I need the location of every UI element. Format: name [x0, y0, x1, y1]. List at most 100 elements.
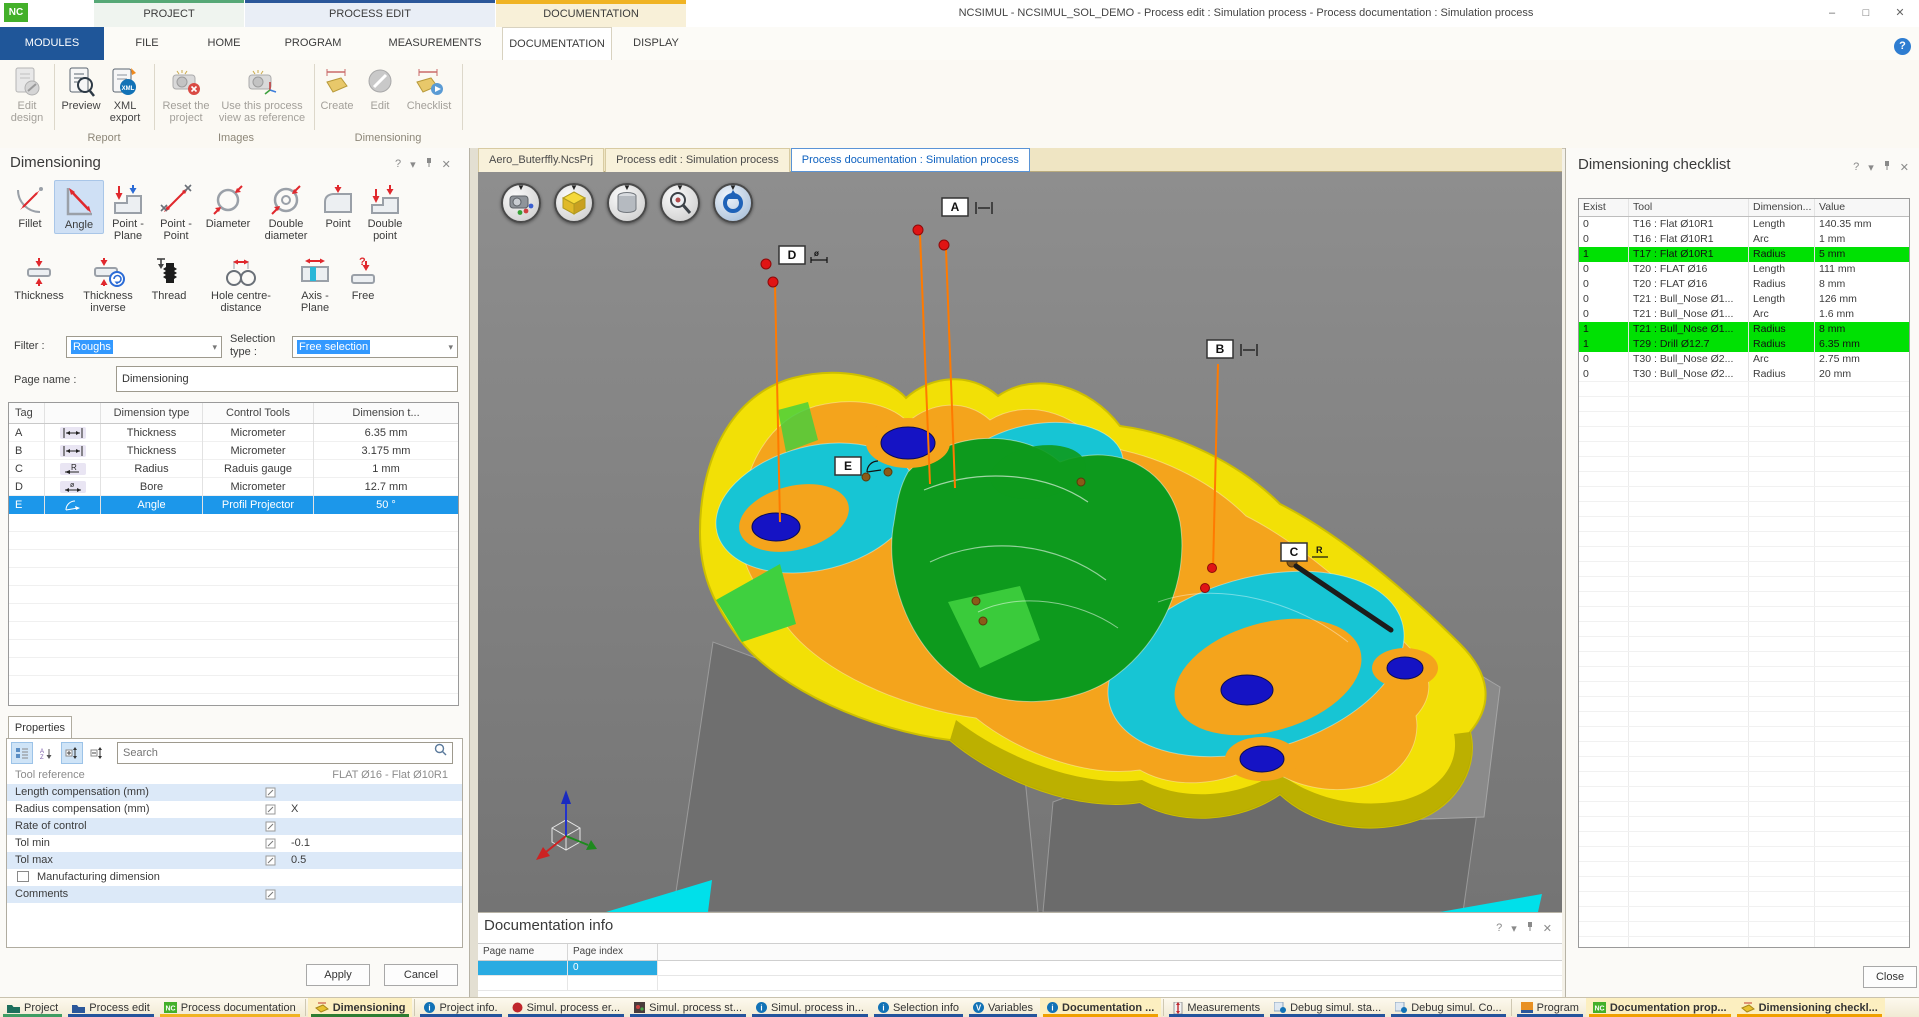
xml-export-button[interactable]: XML XML export: [102, 64, 148, 124]
refresh-view-dropdown[interactable]: ▼: [713, 183, 753, 192]
prop-radius-compensation[interactable]: Radius compensation (mm) X: [7, 801, 462, 818]
taskbar-debug-simul-config[interactable]: Debug simul. Co...: [1388, 998, 1508, 1017]
taskbar-process-edit[interactable]: Process edit: [65, 998, 157, 1017]
doc-tab-project-file[interactable]: Aero_Buterffly.NcsPrj: [478, 148, 604, 172]
prop-rate-of-control[interactable]: Rate of control: [7, 818, 462, 835]
taskbar-dimensioning[interactable]: Dimensioning: [308, 998, 413, 1017]
checklist-row-exists[interactable]: 1T21 : Bull_Nose Ø1...Radius8 mm: [1579, 322, 1909, 337]
taskbar-selection-info[interactable]: i Selection info: [871, 998, 966, 1017]
doc-tab-process-documentation[interactable]: Process documentation : Simulation proce…: [791, 148, 1030, 172]
page-index-cell[interactable]: 0: [568, 961, 658, 975]
doc-tab-process-edit[interactable]: Process edit : Simulation process: [605, 148, 790, 172]
page-name-cell[interactable]: [478, 961, 568, 975]
panel-close-icon[interactable]: ✕: [442, 158, 451, 171]
apply-button[interactable]: Apply: [306, 964, 370, 986]
cancel-button[interactable]: Cancel: [384, 964, 458, 986]
search-input[interactable]: [117, 742, 453, 764]
table-row-d[interactable]: D ø Bore Micrometer 12.7 mm: [9, 478, 458, 496]
doc-info-row-selected[interactable]: 0: [478, 961, 1562, 976]
prop-length-compensation[interactable]: Length compensation (mm): [7, 784, 462, 801]
checklist-button[interactable]: Checklist: [402, 64, 456, 112]
checklist-row[interactable]: 0T30 : Bull_Nose Ø2...Radius20 mm: [1579, 367, 1909, 382]
tool-angle[interactable]: Angle: [54, 180, 104, 234]
tool-diameter[interactable]: Diameter: [200, 180, 256, 232]
edit-dimension-button[interactable]: Edit: [360, 64, 400, 112]
close-window-button[interactable]: ✕: [1885, 4, 1915, 22]
checklist-row[interactable]: 0T20 : FLAT Ø16Length111 mm: [1579, 262, 1909, 277]
table-row-c[interactable]: C R Radius Raduis gauge 1 mm: [9, 460, 458, 478]
edit-design-button[interactable]: Edit design: [2, 64, 52, 124]
minimize-button[interactable]: –: [1817, 4, 1847, 22]
checklist-row-exists[interactable]: 1T29 : Drill Ø12.7Radius6.35 mm: [1579, 337, 1909, 352]
panel-help-icon[interactable]: ?: [395, 158, 401, 170]
table-row-b[interactable]: B Thickness Micrometer 3.175 mm: [9, 442, 458, 460]
view-capture-dropdown[interactable]: ▼: [501, 183, 541, 192]
taskbar-documentation-properties[interactable]: NC Documentation prop...: [1586, 998, 1734, 1017]
prop-comments[interactable]: Comments: [7, 886, 462, 903]
page-name-input[interactable]: [116, 366, 458, 392]
taskbar-simul-process-errors[interactable]: Simul. process er...: [505, 998, 628, 1017]
zoom-analysis-dropdown[interactable]: ▼: [660, 183, 700, 192]
taskbar-documentation[interactable]: i Documentation ...: [1040, 998, 1161, 1017]
edit-cell-icon[interactable]: [265, 784, 291, 801]
workspace-tab-process-edit[interactable]: PROCESS EDIT: [245, 0, 495, 27]
tab-display[interactable]: DISPLAY: [612, 27, 700, 60]
prop-tool-reference[interactable]: Tool reference FLAT Ø16 - Flat Ø10R1: [7, 767, 462, 784]
panel-pin-icon[interactable]: [1883, 160, 1891, 174]
tool-fillet[interactable]: Fillet: [6, 180, 54, 232]
tab-file[interactable]: FILE: [104, 27, 190, 60]
panel-close-icon[interactable]: ✕: [1543, 922, 1552, 935]
edit-cell-icon[interactable]: [265, 886, 291, 903]
taskbar-program[interactable]: Program: [1514, 998, 1586, 1017]
panel-menu-icon[interactable]: ▾: [1511, 922, 1517, 935]
taskbar-project-info[interactable]: i Project info.: [417, 998, 504, 1017]
checklist-row[interactable]: 0T30 : Bull_Nose Ø2...Arc2.75 mm: [1579, 352, 1909, 367]
table-row-a[interactable]: A Thickness Micrometer 6.35 mm: [9, 424, 458, 442]
checklist-row[interactable]: 0T20 : FLAT Ø16Radius8 mm: [1579, 277, 1909, 292]
taskbar-simul-process-info[interactable]: i Simul. process in...: [749, 998, 871, 1017]
reset-project-button[interactable]: Reset the project: [158, 64, 214, 124]
panel-menu-icon[interactable]: ▾: [410, 158, 416, 171]
col-page-index[interactable]: Page index: [568, 944, 658, 960]
taskbar-process-documentation[interactable]: NC Process documentation: [157, 998, 303, 1017]
restore-button[interactable]: □: [1851, 4, 1881, 22]
tab-modules[interactable]: MODULES: [0, 27, 104, 60]
table-row-e-selected[interactable]: E Angle Profil Projector 50 °: [9, 496, 458, 514]
3d-scene[interactable]: D ø A B E: [478, 172, 1562, 912]
col-page-name[interactable]: Page name: [478, 944, 568, 960]
tab-program[interactable]: PROGRAM: [258, 27, 368, 60]
edit-cell-icon[interactable]: [265, 818, 291, 835]
panel-pin-icon[interactable]: [1526, 921, 1534, 935]
tab-measurements[interactable]: MEASUREMENTS: [368, 27, 502, 60]
collapse-all-icon[interactable]: [86, 742, 108, 764]
selection-type-combo[interactable]: Free selection ▾: [292, 336, 458, 358]
tab-documentation[interactable]: DOCUMENTATION: [502, 27, 612, 60]
checklist-row[interactable]: 0T21 : Bull_Nose Ø1...Length126 mm: [1579, 292, 1909, 307]
panel-help-icon[interactable]: ?: [1496, 922, 1502, 934]
prop-tol-min[interactable]: Tol min -0.1: [7, 835, 462, 852]
tool-free[interactable]: ? Free: [342, 252, 384, 304]
checklist-header-row[interactable]: Exist Tool Dimension... Value: [1579, 199, 1909, 217]
manufacturing-dimension-checkbox[interactable]: [17, 871, 29, 882]
tool-thickness[interactable]: Thickness: [6, 252, 72, 304]
doc-info-row-empty[interactable]: [478, 976, 1562, 991]
tool-double-point[interactable]: Double point: [360, 180, 410, 244]
categorize-icon[interactable]: [11, 742, 33, 764]
panel-help-icon[interactable]: ?: [1853, 161, 1859, 173]
close-panel-button[interactable]: Close: [1863, 966, 1917, 988]
tool-double-diameter[interactable]: Double diameter: [256, 180, 316, 244]
use-view-reference-button[interactable]: Use this process view as reference: [216, 64, 308, 124]
workspace-tab-project[interactable]: PROJECT: [94, 0, 244, 27]
taskbar-debug-simul-status[interactable]: Debug simul. sta...: [1267, 998, 1388, 1017]
tool-hole-centre-distance[interactable]: Hole centre-distance: [194, 252, 288, 316]
tool-point-plane[interactable]: Point - Plane: [104, 180, 152, 244]
expand-all-icon[interactable]: [61, 742, 83, 764]
3d-viewport[interactable]: D ø A B E: [478, 172, 1562, 912]
checklist-row[interactable]: 0T16 : Flat Ø10R1Length140.35 mm: [1579, 217, 1909, 232]
preview-button[interactable]: Preview: [58, 64, 104, 112]
edit-cell-icon[interactable]: [265, 852, 291, 869]
taskbar-measurements[interactable]: Measurements: [1166, 998, 1267, 1017]
taskbar-dimensioning-checklist[interactable]: Dimensioning checkl...: [1734, 998, 1885, 1017]
tool-point-point[interactable]: Point - Point: [152, 180, 200, 244]
solid-view-dropdown[interactable]: ▼: [554, 183, 594, 192]
